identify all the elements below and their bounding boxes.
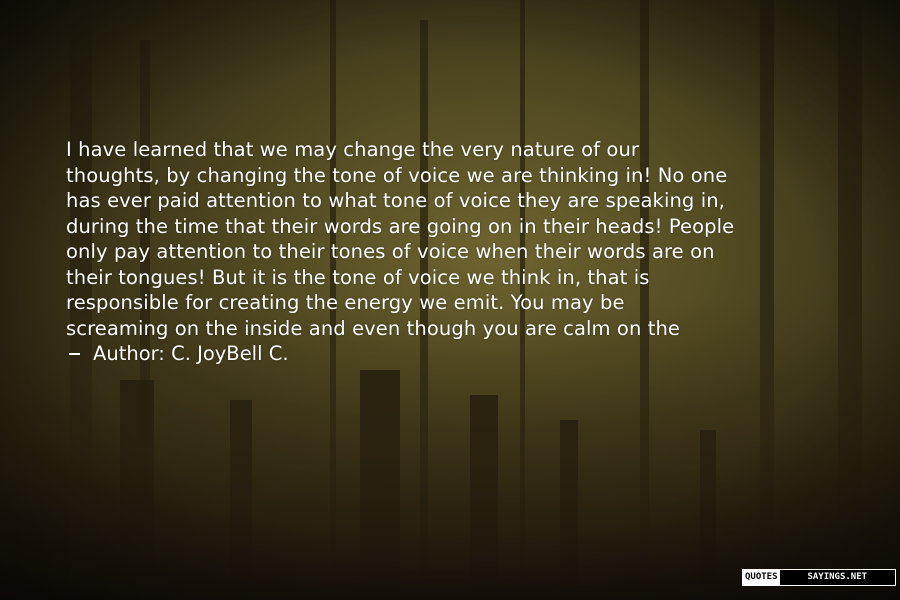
- author-label: Author: C. JoyBell C.: [93, 342, 289, 365]
- quote-line: I have learned that we may change the ve…: [66, 138, 640, 161]
- quote-line: their tongues! But it is the tone of voi…: [66, 265, 650, 289]
- dash-icon: [69, 352, 80, 355]
- site-watermark-logo: QUOTES SAYINGS.NET: [742, 569, 896, 586]
- quote-text: I have learned that we may change the ve…: [66, 137, 866, 367]
- watermark-left-text: QUOTES: [743, 570, 780, 585]
- quote-line: responsible for creating the energy we e…: [66, 291, 625, 314]
- quote-line: screaming on the inside and even though …: [66, 316, 681, 340]
- quote-line: thoughts, by changing the tone of voice …: [66, 163, 728, 187]
- watermark-right-text: SAYINGS.NET: [779, 570, 895, 585]
- author-attribution: Author: C. JoyBell C.: [66, 341, 866, 367]
- quote-line: only pay attention to their tones of voi…: [66, 240, 715, 263]
- quote-line: during the time that their words are goi…: [66, 214, 735, 238]
- quote-line: has ever paid attention to what tone of …: [66, 189, 725, 212]
